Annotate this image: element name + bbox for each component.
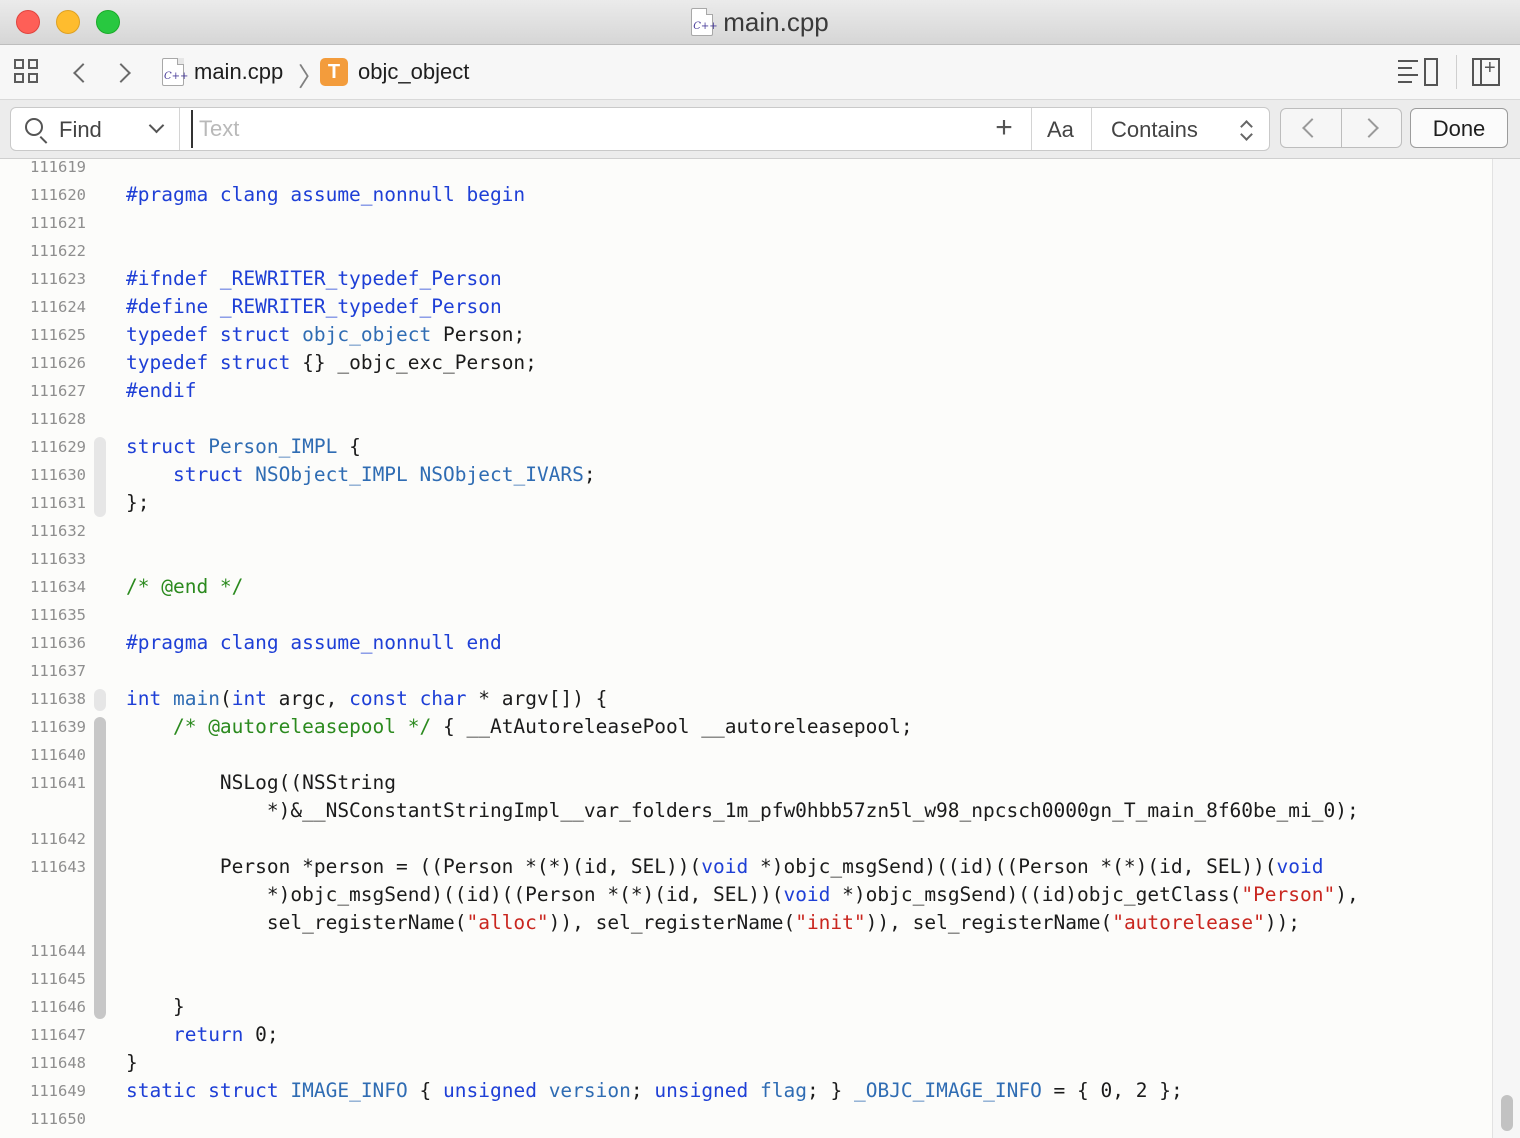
- line-number: 111646: [30, 998, 86, 1016]
- code-text: typedef struct objc_object Person;: [126, 323, 526, 346]
- code-text: #pragma clang assume_nonnull begin: [126, 183, 526, 206]
- match-mode-select[interactable]: Contains: [1111, 117, 1198, 143]
- code-text: };: [126, 491, 150, 514]
- code-fold-ribbon-autoreleasepool[interactable]: [94, 717, 106, 1019]
- line-number: 111640: [30, 746, 86, 764]
- find-mode-label[interactable]: Find: [59, 117, 102, 143]
- done-button[interactable]: Done: [1410, 108, 1508, 148]
- line-number: 111631: [30, 494, 86, 512]
- code-text: Person *person = ((Person *(*)(id, SEL))…: [126, 855, 1324, 878]
- line-number: 111626: [30, 354, 86, 372]
- breadcrumb-cpp-file-icon: C++: [162, 58, 188, 86]
- line-number: 111648: [30, 1054, 86, 1072]
- related-items-grid-icon[interactable]: [14, 59, 42, 87]
- code-text: struct Person_IMPL {: [126, 435, 361, 458]
- line-number: 111643: [30, 858, 86, 876]
- code-fold-ribbon-main[interactable]: [94, 689, 106, 711]
- code-text: #ifndef _REWRITER_typedef_Person: [126, 267, 502, 290]
- code-text: int main(int argc, const char * argv[]) …: [126, 687, 608, 710]
- code-text: #endif: [126, 379, 197, 402]
- line-number: 111639: [30, 718, 86, 736]
- line-number: 111638: [30, 690, 86, 708]
- code-text: #define _REWRITER_typedef_Person: [126, 295, 502, 318]
- code-text: sel_registerName("alloc")), sel_register…: [126, 911, 1301, 934]
- cpp-file-icon-label: C++: [693, 21, 718, 32]
- jump-bar: C++ main.cpp 〉 T objc_object: [0, 45, 1520, 100]
- code-text: NSLog((NSString: [126, 771, 397, 794]
- code-text: }: [126, 1051, 138, 1074]
- line-number: 111641: [30, 774, 86, 792]
- match-case-button[interactable]: Aa: [1047, 117, 1074, 143]
- toolbar-divider: [1456, 55, 1457, 89]
- line-number: 111630: [30, 466, 86, 484]
- window-title: C++ main.cpp: [0, 0, 1520, 44]
- vertical-scrollbar[interactable]: [1492, 159, 1520, 1138]
- breadcrumb-cpp-file-icon-label: C++: [164, 71, 189, 82]
- title-bar[interactable]: C++ main.cpp: [0, 0, 1520, 45]
- line-number: 111623: [30, 270, 86, 288]
- line-number: 111622: [30, 242, 86, 260]
- find-separator: [1031, 108, 1032, 150]
- code-text: *)objc_msgSend)((id)((Person *(*)(id, SE…: [126, 883, 1359, 906]
- window-title-text: main.cpp: [723, 6, 829, 37]
- breadcrumb-file[interactable]: C++ main.cpp: [162, 55, 283, 89]
- breadcrumb-symbol-label: objc_object: [358, 59, 470, 84]
- line-number: 111627: [30, 382, 86, 400]
- line-number: 111645: [30, 970, 86, 988]
- document-outline-icon[interactable]: [1398, 58, 1438, 86]
- line-number: 111649: [30, 1082, 86, 1100]
- code-text: /* @autoreleasepool */ { __AtAutorelease…: [172, 715, 913, 738]
- go-back-chevron-icon[interactable]: [66, 59, 94, 87]
- find-text-input[interactable]: [191, 110, 995, 148]
- line-number: 111637: [30, 662, 86, 680]
- line-number: 111628: [30, 410, 86, 428]
- match-mode-updown-icon[interactable]: [1239, 118, 1253, 142]
- code-text: *)&__NSConstantStringImpl__var_folders_1…: [126, 799, 1359, 822]
- line-number: 111621: [30, 214, 86, 232]
- find-bar: Find + Aa Contains Done: [0, 100, 1520, 159]
- code-text: /* @end */: [126, 575, 244, 598]
- find-separator: [1091, 108, 1092, 150]
- code-text: }: [126, 995, 185, 1018]
- go-forward-chevron-icon[interactable]: [110, 59, 138, 87]
- add-editor-split-icon[interactable]: [1472, 57, 1500, 86]
- type-symbol-icon: T: [320, 58, 348, 86]
- search-icon: [25, 118, 43, 136]
- line-number: 111625: [30, 326, 86, 344]
- line-number: 111650: [30, 1110, 86, 1128]
- cpp-file-icon: C++: [691, 8, 718, 36]
- breadcrumb-file-label: main.cpp: [194, 59, 284, 84]
- code-text: typedef struct {} _objc_exc_Person;: [126, 351, 537, 374]
- line-number: 111634: [30, 578, 86, 596]
- line-number: 111647: [30, 1026, 86, 1044]
- line-number: 111644: [30, 942, 86, 960]
- line-number: 111619: [30, 159, 86, 176]
- find-field-container: Find + Aa Contains: [10, 107, 1270, 151]
- scrollbar-thumb[interactable]: [1501, 1095, 1513, 1131]
- line-number: 111635: [30, 606, 86, 624]
- source-editor[interactable]: 111619 111620 #pragma clang assume_nonnull…: [0, 159, 1492, 1138]
- code-text: return 0;: [172, 1023, 279, 1046]
- line-number: 111633: [30, 550, 86, 568]
- insert-pattern-plus-icon[interactable]: +: [987, 112, 1021, 146]
- code-text: struct NSObject_IMPL NSObject_IVARS;: [172, 463, 596, 486]
- line-number: 111624: [30, 298, 86, 316]
- line-number: 111632: [30, 522, 86, 540]
- line-number: 111642: [30, 830, 86, 848]
- breadcrumb-symbol[interactable]: T objc_object: [320, 55, 469, 89]
- find-separator: [179, 108, 180, 150]
- find-navigation-control: [1280, 108, 1402, 148]
- line-number: 111620: [30, 186, 86, 204]
- line-number: 111629: [30, 438, 86, 456]
- code-text: #pragma clang assume_nonnull end: [126, 631, 502, 654]
- line-number: 111636: [30, 634, 86, 652]
- find-previous-chevron-icon[interactable]: [1281, 109, 1342, 147]
- code-text: static struct IMAGE_INFO { unsigned vers…: [126, 1079, 1183, 1102]
- find-next-chevron-icon[interactable]: [1342, 109, 1402, 147]
- xcode-window: C++ main.cpp C++ main.cpp 〉 T objc_objec…: [0, 0, 1520, 1138]
- find-mode-chevron-down-icon[interactable]: [148, 117, 165, 134]
- code-fold-ribbon-struct[interactable]: [94, 437, 106, 517]
